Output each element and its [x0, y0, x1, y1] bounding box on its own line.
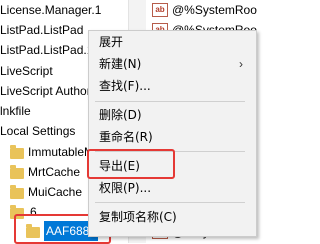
tree-item-label: MrtCache: [28, 165, 81, 179]
value-name: @%SystemRoo: [172, 3, 257, 17]
menu-item-label: 权限(P)...: [99, 181, 152, 195]
folder-icon: [10, 165, 24, 179]
tree-item-label: LiveScript Author: [0, 84, 91, 98]
menu-item-label: 查找(F)...: [99, 79, 151, 93]
menu-item-label: 删除(D): [99, 108, 142, 122]
menu-separator: [95, 101, 245, 102]
folder-icon: [10, 145, 24, 159]
tree-item-license-manager[interactable]: License.Manager.1: [0, 0, 128, 20]
menu-item-find[interactable]: 查找(F)...: [89, 75, 249, 97]
menu-separator: [95, 202, 245, 203]
tree-item-label: Local Settings: [0, 124, 76, 138]
menu-item-new[interactable]: 新建(N) ›: [89, 53, 249, 75]
menu-item-label: 重命名(R): [99, 130, 153, 144]
chevron-right-icon: ›: [239, 57, 243, 71]
tree-item-label: License.Manager.1: [0, 3, 102, 17]
tree-item-label: ListPad.ListPad.1: [0, 43, 94, 57]
highlight-box-export: [87, 149, 175, 179]
tree-item-label: lnkfile: [0, 104, 31, 118]
string-value-icon: ab: [152, 3, 168, 17]
menu-item-label: 新建(N): [99, 57, 142, 71]
menu-item-label: 展开: [99, 35, 124, 49]
menu-item-rename[interactable]: 重命名(R): [89, 126, 249, 148]
tree-item-label: MuiCache: [28, 185, 83, 199]
folder-icon: [10, 185, 24, 199]
tree-item-label: ListPad.ListPad: [0, 23, 84, 37]
menu-item-copy-key-name[interactable]: 复制项名称(C): [89, 206, 249, 228]
menu-item-permissions[interactable]: 权限(P)...: [89, 177, 249, 199]
menu-item-label: 复制项名称(C): [99, 210, 177, 224]
menu-item-expand[interactable]: 展开: [89, 31, 249, 53]
tree-item-label: LiveScript: [0, 64, 53, 78]
menu-item-delete[interactable]: 删除(D): [89, 104, 249, 126]
context-menu: 展开 新建(N) › 查找(F)... 删除(D) 重命名(R) 导出(E) 权…: [88, 30, 257, 237]
